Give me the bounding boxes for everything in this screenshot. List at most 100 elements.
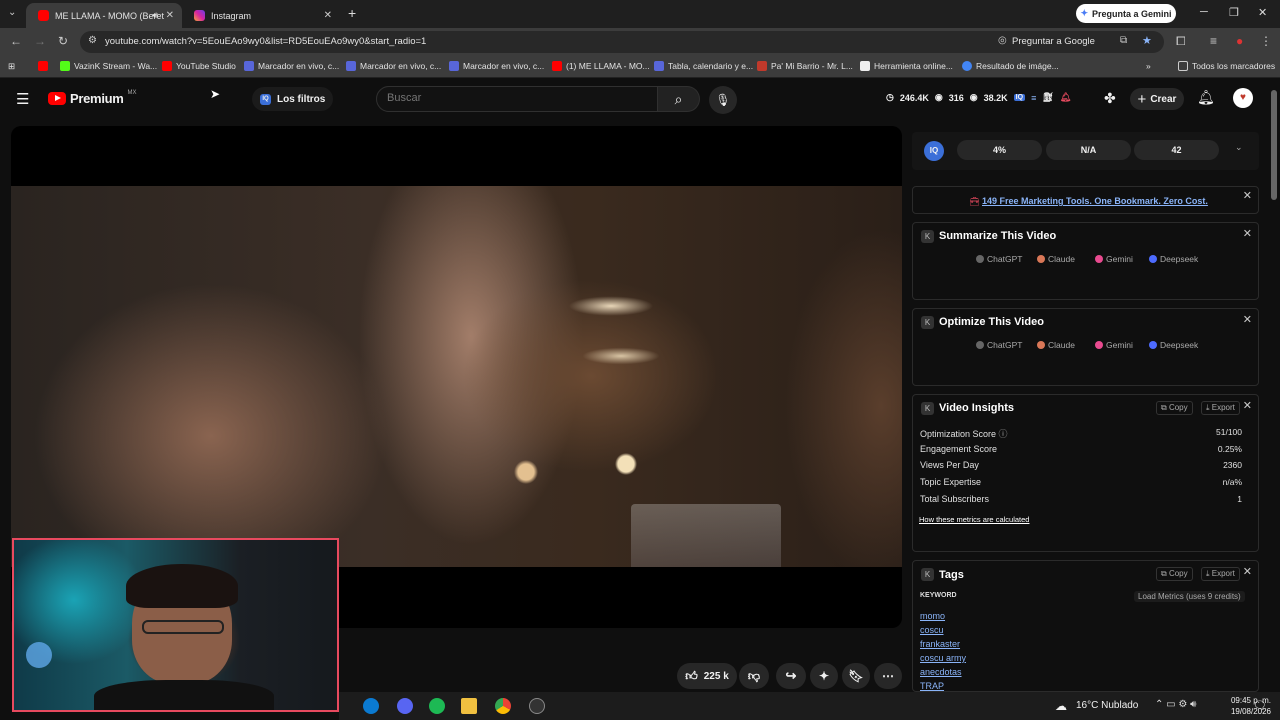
tab-search-chevron-icon[interactable]: ⌄ [8,7,16,18]
thumbs-down-icon: 👎︎ [747,668,761,683]
extension-puzzle-icon[interactable]: ✤ [1104,90,1116,107]
more-actions-button[interactable]: ⋯ [874,663,902,689]
tag-link[interactable]: anecdotas [920,667,962,677]
spotify-icon[interactable] [429,698,445,714]
like-button[interactable]: 👍︎ 225 k [677,663,737,689]
obs-icon[interactable] [529,698,545,714]
copy-button[interactable]: ⧉ Copy [1156,567,1193,581]
chatgpt-button[interactable]: ChatGPT [976,254,1022,264]
close-tab-icon[interactable]: ✕ [166,10,174,21]
webcam-overlay [12,538,339,712]
close-icon[interactable]: ✕ [1243,565,1252,578]
search-box[interactable] [376,86,658,112]
new-tab-icon[interactable]: + [348,5,356,21]
gemini-ai-button[interactable]: Gemini [1095,340,1133,350]
install-app-icon[interactable]: ⧉ [1120,35,1127,46]
dislike-button[interactable]: 👎︎ [739,663,769,689]
fuel-icon[interactable]: ⛽︎ [1042,92,1053,103]
more-bookmarks-icon[interactable]: » [1146,61,1151,71]
profile-icon[interactable]: ● [1236,34,1243,48]
page-scrollbar[interactable] [1271,90,1277,200]
ask-ai-button[interactable]: ✦ [810,663,838,689]
all-bookmarks[interactable]: Todos los marcadores [1178,61,1275,71]
gemini-button[interactable]: ✦ Pregunta a Gemini [1076,4,1176,23]
list-icon[interactable]: ≡ [1031,93,1036,103]
bookmark-item[interactable]: Marcador en vivo, c... [449,61,544,71]
load-metrics-button[interactable]: Load Metrics (uses 9 credits) [1134,591,1245,602]
bell-off-icon[interactable]: 🔔︎ [1060,92,1071,103]
bookmark-item[interactable]: Herramienta online... [860,61,953,71]
apps-grid-icon[interactable]: ⊞ [8,61,15,72]
bookmark-item[interactable]: YouTube Studio [162,61,236,71]
restore-icon[interactable]: ❐ [1229,6,1239,19]
close-tab-icon[interactable]: ✕ [324,10,332,21]
tag-link[interactable]: frankaster [920,639,960,649]
iq-icon[interactable]: IQ [1013,94,1026,101]
chrome-icon[interactable] [495,698,511,714]
claude-button[interactable]: Claude [1037,254,1075,264]
close-icon[interactable]: ✕ [1243,227,1252,240]
weather-text[interactable]: 16°C Nublado [1076,700,1138,711]
close-icon[interactable]: ✕ [1243,189,1252,202]
ask-google-button[interactable]: Preguntar a Google [1012,36,1095,47]
close-icon[interactable]: ✕ [1243,313,1252,326]
tab-youtube[interactable]: ME LLAMA - MOMO (Beret 🔊︎ ✕ [26,3,182,28]
bookmark-item[interactable]: Resultado de imáge... [962,61,1059,71]
bookmark-item[interactable]: Pa' Mi Barrio - Mr. L... [757,61,853,71]
bookmark-item[interactable]: Marcador en vivo, c... [346,61,441,71]
tag-link[interactable]: coscu army [920,653,966,663]
bookmark-item[interactable]: VazinK Stream - Wa... [60,61,157,71]
site-info-icon[interactable]: ⚙︎ [88,35,97,46]
speaker-icon[interactable]: 🔊︎ [152,10,158,21]
deepseek-button[interactable]: Deepseek [1149,254,1198,264]
metric-label: Topic Expertise [920,477,982,487]
promo-link[interactable]: 149 Free Marketing Tools. One Bookmark. … [982,196,1208,206]
avatar[interactable]: ♥ [1233,88,1253,108]
forward-icon[interactable]: → [34,34,46,48]
back-icon[interactable]: ← [10,34,22,48]
bookmark-star-icon[interactable]: ★ [1142,34,1152,47]
close-icon[interactable]: ✕ [1243,399,1252,412]
bookmark-youtube[interactable] [38,61,48,71]
bookmark-item[interactable]: (1) ME LLAMA - MO... [552,61,650,71]
discord-icon[interactable] [397,698,413,714]
voice-search-button[interactable]: 🎙︎ [709,86,737,114]
save-button[interactable]: 🔖︎ [842,663,870,689]
chatgpt-button[interactable]: ChatGPT [976,340,1022,350]
youtube-logo[interactable]: Premium MX [48,90,137,106]
export-button[interactable]: ⤓ Export [1201,567,1240,581]
tag-link[interactable]: coscu [920,625,944,635]
tag-link[interactable]: TRAP [920,681,944,691]
gemini-ai-button[interactable]: Gemini [1095,254,1133,264]
export-button[interactable]: ⤓ Export [1201,401,1240,415]
search-input[interactable] [387,92,647,104]
minimize-icon[interactable]: ─ [1200,6,1208,18]
share-button[interactable]: ↪ [776,663,806,689]
deepseek-button[interactable]: Deepseek [1149,340,1198,350]
create-button[interactable]: + Crear [1130,88,1184,110]
bookmark-item[interactable]: Tabla, calendario y e... [654,61,753,71]
bookmark-item[interactable]: Marcador en vivo, c... [244,61,339,71]
notification-center-icon[interactable]: 🗨︎ [1253,699,1267,712]
media-controls-icon[interactable]: ≡ [1210,34,1217,48]
reload-icon[interactable]: ↻ [58,34,68,48]
close-window-icon[interactable]: ✕ [1258,6,1267,19]
info-icon[interactable]: ⓘ [999,429,1008,439]
copy-button[interactable]: ⧉ Copy [1156,401,1193,415]
tab-instagram[interactable]: Instagram ✕ [182,3,340,28]
notifications-bell-icon[interactable]: 🔔︎ [1197,89,1215,106]
address-bar[interactable]: ⚙︎ youtube.com/watch?v=5EouEAo9wy0&list=… [80,31,1164,53]
system-tray-icons[interactable]: ⌃ ▭ ⚙︎ 🔊︎ [1155,699,1196,710]
menu-dots-icon[interactable]: ⋮ [1260,34,1272,48]
extensions-icon[interactable]: ⧠ [1176,34,1186,49]
filters-button[interactable]: IQ Los filtros [252,87,334,111]
tag-link[interactable]: momo [920,611,945,621]
video-frame[interactable] [11,186,902,567]
file-explorer-icon[interactable] [461,698,477,714]
claude-button[interactable]: Claude [1037,340,1075,350]
edge-icon[interactable] [363,698,379,714]
search-button[interactable]: ⌕ [658,86,700,112]
chevron-down-icon[interactable]: ⌄ [1235,142,1243,153]
hamburger-menu-icon[interactable]: ☰ [16,90,29,108]
metrics-info-link[interactable]: How these metrics are calculated [919,515,1029,524]
